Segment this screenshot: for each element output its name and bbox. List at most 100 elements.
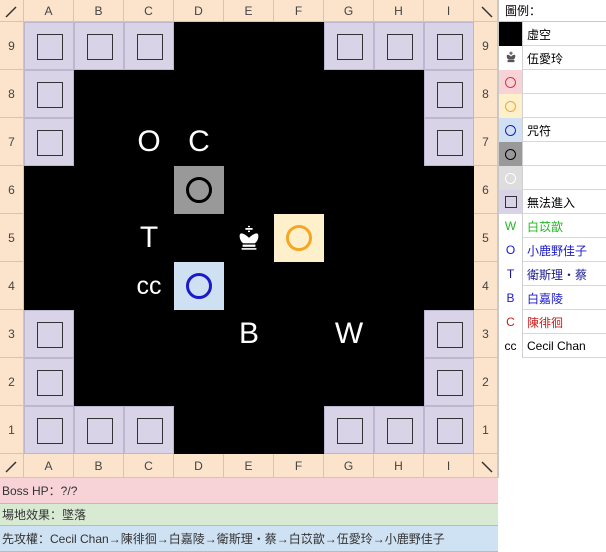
column-header-f: F bbox=[274, 0, 324, 22]
legend-swatch bbox=[499, 70, 523, 94]
ring-icon bbox=[505, 76, 516, 88]
column-header-d: D bbox=[174, 454, 224, 478]
blocked-cell-c9[interactable] bbox=[124, 22, 174, 70]
legend-row: 虛空 bbox=[499, 22, 606, 46]
blocked-square-icon bbox=[437, 34, 463, 60]
column-header-g: G bbox=[324, 454, 374, 478]
blocked-square-icon bbox=[504, 196, 517, 208]
corner-bottom-right bbox=[474, 454, 498, 478]
blocked-square-icon bbox=[437, 322, 463, 348]
blocked-square-icon bbox=[37, 370, 63, 396]
boss-hp-text: Boss HP：?/? bbox=[2, 484, 78, 498]
row-header-4: 4 bbox=[474, 262, 498, 310]
legend-swatch: T bbox=[499, 262, 523, 286]
row-header-3: 3 bbox=[474, 310, 498, 358]
blocked-square-icon bbox=[387, 34, 413, 60]
column-header-f: F bbox=[274, 454, 324, 478]
board-grid[interactable]: O C Tcc B W bbox=[24, 22, 474, 454]
blocked-cell-b1[interactable] bbox=[74, 406, 124, 454]
charm-marker-d4[interactable] bbox=[174, 262, 224, 310]
legend-swatch: C bbox=[499, 310, 523, 334]
blocked-cell-c1[interactable] bbox=[124, 406, 174, 454]
legend-swatch: B bbox=[499, 286, 523, 310]
charm-marker-f5[interactable] bbox=[274, 214, 324, 262]
blocked-cell-g9[interactable] bbox=[324, 22, 374, 70]
row-header-3: 3 bbox=[0, 310, 24, 358]
blocked-cell-i8[interactable] bbox=[424, 70, 474, 118]
token-t[interactable]: T bbox=[124, 214, 174, 262]
column-header-b: B bbox=[74, 454, 124, 478]
legend-row: B 白嘉陵 bbox=[499, 286, 606, 310]
chess-king-icon[interactable] bbox=[224, 214, 274, 262]
legend-swatch bbox=[499, 22, 523, 46]
row-header-7: 7 bbox=[474, 118, 498, 166]
legend-swatch bbox=[499, 166, 523, 190]
column-header-e: E bbox=[224, 454, 274, 478]
blocked-cell-a7[interactable] bbox=[24, 118, 74, 166]
charm-marker-d6[interactable] bbox=[174, 166, 224, 214]
row-header-9: 9 bbox=[474, 22, 498, 70]
token-w[interactable]: W bbox=[324, 310, 374, 358]
blocked-square-icon bbox=[137, 34, 163, 60]
legend-token-letter: C bbox=[506, 315, 515, 329]
row-header-1: 1 bbox=[0, 406, 24, 454]
legend-row bbox=[499, 94, 606, 118]
row-header-2: 2 bbox=[0, 358, 24, 406]
blocked-square-icon bbox=[437, 418, 463, 444]
column-header-h: H bbox=[374, 454, 424, 478]
legend-label: 咒符 bbox=[527, 123, 552, 138]
blocked-square-icon bbox=[437, 82, 463, 108]
row-header-5: 5 bbox=[474, 214, 498, 262]
blocked-cell-h1[interactable] bbox=[374, 406, 424, 454]
blocked-square-icon bbox=[337, 418, 363, 444]
legend-row bbox=[499, 70, 606, 94]
blocked-square-icon bbox=[87, 418, 113, 444]
field-effect-text: 場地效果：墜落 bbox=[2, 508, 87, 522]
blocked-cell-h9[interactable] bbox=[374, 22, 424, 70]
token-cc[interactable]: cc bbox=[124, 262, 174, 310]
legend-row bbox=[499, 142, 606, 166]
blocked-square-icon bbox=[137, 418, 163, 444]
legend-row: 咒符 bbox=[499, 118, 606, 142]
blocked-cell-i3[interactable] bbox=[424, 310, 474, 358]
blocked-cell-g1[interactable] bbox=[324, 406, 374, 454]
legend-token-letter: W bbox=[504, 219, 517, 233]
row-header-5: 5 bbox=[0, 214, 24, 262]
blocked-cell-i1[interactable] bbox=[424, 406, 474, 454]
ring-icon bbox=[186, 273, 212, 299]
row-header-1: 1 bbox=[474, 406, 498, 454]
row-header-2: 2 bbox=[474, 358, 498, 406]
token-o[interactable]: O bbox=[124, 118, 174, 166]
turn-order-bar: 先攻權：Cecil Chan→陳徘徊→白嘉陵→衛斯理・蔡→白苡歆→伍愛玲→小鹿野… bbox=[0, 526, 498, 552]
column-header-g: G bbox=[324, 0, 374, 22]
token-c[interactable]: C bbox=[174, 118, 224, 166]
column-header-h: H bbox=[374, 0, 424, 22]
blocked-cell-a8[interactable] bbox=[24, 70, 74, 118]
blocked-cell-b9[interactable] bbox=[74, 22, 124, 70]
column-header-i: I bbox=[424, 0, 474, 22]
blocked-square-icon bbox=[387, 418, 413, 444]
column-header-d: D bbox=[174, 0, 224, 22]
legend-swatch bbox=[499, 190, 523, 214]
blocked-cell-i9[interactable] bbox=[424, 22, 474, 70]
blocked-cell-a3[interactable] bbox=[24, 310, 74, 358]
blocked-cell-a9[interactable] bbox=[24, 22, 74, 70]
corner-top-right bbox=[474, 0, 498, 22]
legend-token-letter: O bbox=[505, 243, 516, 257]
legend-panel: 圖例： 虛空 伍愛玲 咒符 無法進入 W 白苡歆 O 小鹿野佳子 T 衛斯理・蔡 B 白嘉陵 C 陳徘徊 c… bbox=[498, 0, 606, 478]
legend-row bbox=[499, 166, 606, 190]
token-b[interactable]: B bbox=[224, 310, 274, 358]
column-header-e: E bbox=[224, 0, 274, 22]
row-header-8: 8 bbox=[474, 70, 498, 118]
legend-label: 小鹿野佳子 bbox=[527, 243, 588, 258]
blocked-cell-i7[interactable] bbox=[424, 118, 474, 166]
row-header-8: 8 bbox=[0, 70, 24, 118]
legend-swatch: W bbox=[499, 214, 523, 238]
blocked-square-icon bbox=[37, 130, 63, 156]
blocked-cell-i2[interactable] bbox=[424, 358, 474, 406]
blocked-cell-a1[interactable] bbox=[24, 406, 74, 454]
blocked-cell-a2[interactable] bbox=[24, 358, 74, 406]
corner-top-left bbox=[0, 0, 24, 22]
ring-icon bbox=[505, 100, 516, 112]
blocked-square-icon bbox=[37, 418, 63, 444]
